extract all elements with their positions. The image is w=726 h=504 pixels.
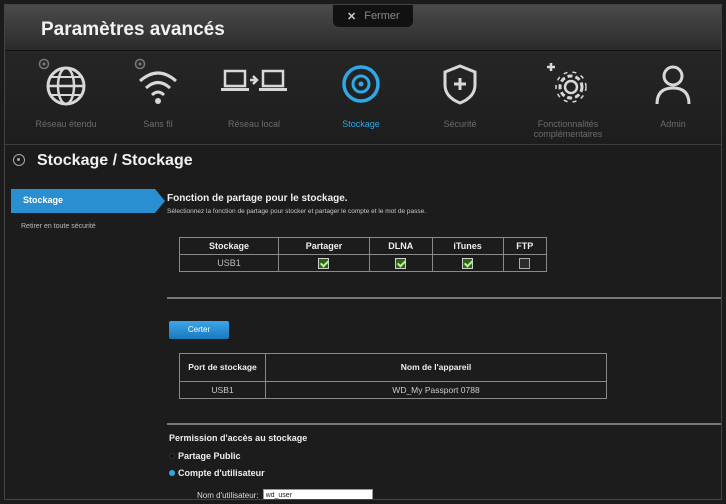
sidebar: Stockage Retirer en toute sécurité: [5, 181, 165, 499]
ftp-checkbox[interactable]: [519, 257, 531, 269]
nav-item-lan[interactable]: Réseau local: [211, 51, 297, 145]
nav-item-wireless[interactable]: Sans fil: [123, 51, 193, 145]
ports-table: Port de stockage Nom de l'appareil USB1 …: [179, 353, 607, 399]
radio-public[interactable]: [169, 453, 175, 459]
username-row: Nom d'utilisateur:: [197, 489, 373, 500]
column-header: DLNA: [368, 237, 433, 255]
table-row: USB1 WD_My Passport 0788: [179, 381, 607, 399]
main-nav: Réseau étendu Sans fil Réseau local Stoc…: [5, 51, 721, 145]
main-content: Fonction de partage pour le stockage. Sé…: [161, 181, 721, 500]
sharing-table: Stockage Partager DLNA iTunes FTP USB1: [178, 237, 547, 272]
divider: [167, 423, 721, 425]
option-label: Partage Public: [178, 451, 241, 461]
gear-icon: [547, 63, 587, 103]
nav-label: Réseau local: [227, 119, 281, 129]
table-header-row: Port de stockage Nom de l'appareil: [179, 353, 607, 382]
table-row: USB1: [178, 254, 547, 272]
divider: [167, 297, 721, 299]
username-input[interactable]: [262, 489, 373, 499]
public-share-option[interactable]: Partage Public: [169, 451, 241, 461]
title-bar: Paramètres avancés ✕ Fermer: [5, 5, 721, 51]
column-header: iTunes: [431, 237, 504, 255]
page-title: Paramètres avancés: [41, 19, 225, 40]
nav-item-features[interactable]: Fonctionnalités complémentaires: [517, 51, 619, 145]
column-header: FTP: [502, 237, 547, 255]
nav-item-security[interactable]: Sécurité: [421, 51, 499, 145]
refresh-button[interactable]: Certer: [169, 321, 229, 339]
permission-title: Permission d'accès au stockage: [169, 433, 308, 443]
column-header: Port de stockage: [179, 353, 266, 382]
dlna-checkbox[interactable]: [395, 257, 407, 269]
sidebar-item-storage[interactable]: Stockage: [11, 189, 165, 213]
itunes-checkbox[interactable]: [462, 257, 474, 269]
nav-label: Réseau étendu: [35, 119, 97, 129]
close-icon: ✕: [347, 10, 357, 23]
column-header: Stockage: [178, 237, 280, 255]
column-header: Partager: [278, 237, 370, 255]
storage-icon: [342, 65, 380, 103]
table-header-row: Stockage Partager DLNA iTunes FTP: [178, 237, 547, 255]
radio-user[interactable]: [169, 470, 175, 476]
nav-item-wan[interactable]: Réseau étendu: [23, 51, 109, 145]
storage-cell: USB1: [178, 254, 280, 272]
nav-item-admin[interactable]: Admin: [641, 51, 705, 145]
user-icon: [655, 65, 691, 105]
small-gear-icon: [38, 58, 50, 70]
lan-icon: [221, 69, 287, 91]
nav-label: Sécurité: [443, 119, 477, 129]
sidebar-item-label: Stockage: [23, 195, 64, 205]
sharing-description: Sélectionnez la fonction de partage pour…: [167, 208, 427, 215]
section-bullet-icon: [13, 154, 25, 166]
nav-item-storage[interactable]: Stockage: [325, 51, 397, 145]
username-label: Nom d'utilisateur:: [197, 491, 259, 500]
user-account-option[interactable]: Compte d'utilisateur: [169, 468, 265, 478]
nav-label: Stockage: [342, 119, 380, 129]
nav-label: Admin: [660, 119, 686, 129]
close-button[interactable]: ✕ Fermer: [333, 5, 413, 27]
sidebar-item-safe-remove[interactable]: Retirer en toute sécurité: [21, 223, 96, 230]
nav-label: Fonctionnalités complémentaires: [533, 119, 603, 139]
sharing-heading: Fonction de partage pour le stockage.: [167, 193, 348, 204]
port-cell: USB1: [179, 381, 266, 399]
device-name-cell: WD_My Passport 0788: [265, 381, 607, 399]
share-checkbox[interactable]: [318, 257, 330, 269]
settings-window: Paramètres avancés ✕ Fermer Réseau étend…: [4, 4, 722, 500]
section-header: Stockage / Stockage: [5, 146, 721, 176]
close-label: Fermer: [364, 10, 400, 22]
section-title: Stockage / Stockage: [37, 152, 193, 169]
option-label: Compte d'utilisateur: [178, 468, 265, 478]
shield-icon: [443, 64, 477, 105]
column-header: Nom de l'appareil: [265, 353, 607, 382]
nav-label: Sans fil: [143, 119, 173, 129]
small-gear-icon: [134, 58, 146, 70]
